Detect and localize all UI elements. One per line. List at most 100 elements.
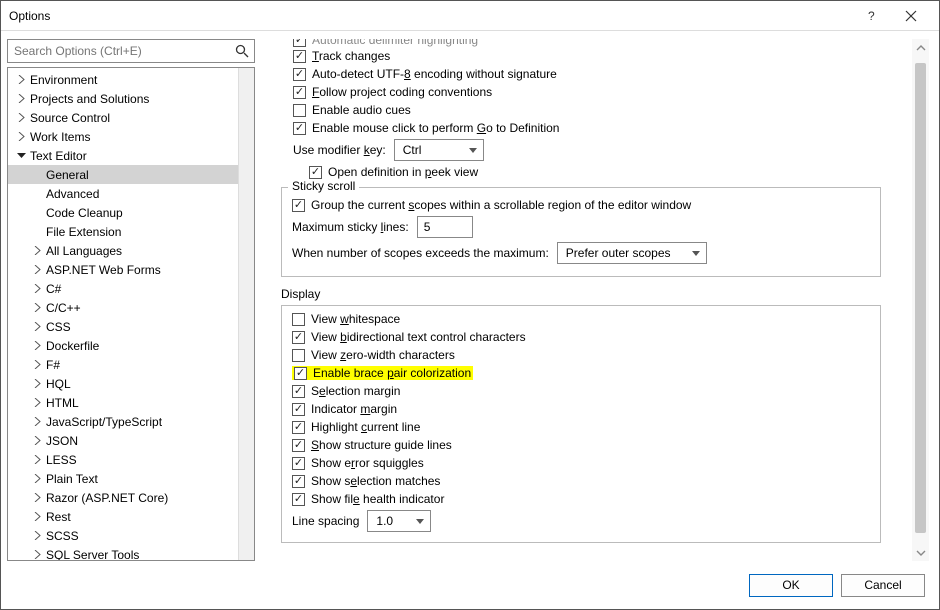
chevron-right-icon[interactable] — [30, 548, 44, 561]
close-button[interactable] — [891, 2, 931, 30]
options-dialog: Options ? EnvironmentProjects and Soluti… — [0, 0, 940, 610]
sticky-group-checkbox[interactable] — [292, 199, 305, 212]
tree-item[interactable]: HTML — [8, 393, 254, 412]
tree-item[interactable]: LESS — [8, 450, 254, 469]
sticky-max-input[interactable]: 5 — [417, 216, 473, 238]
chevron-right-icon[interactable] — [30, 510, 44, 524]
option-checkbox[interactable] — [292, 457, 305, 470]
chevron-right-icon[interactable] — [30, 529, 44, 543]
option-checkbox[interactable] — [292, 385, 305, 398]
tree-item[interactable]: Dockerfile — [8, 336, 254, 355]
chevron-right-icon[interactable] — [14, 73, 28, 87]
option-label: Show structure guide lines — [311, 438, 452, 452]
tree-item[interactable]: CSS — [8, 317, 254, 336]
sticky-max-row: Maximum sticky lines: 5 — [292, 214, 870, 240]
chevron-right-icon[interactable] — [14, 111, 28, 125]
chevron-right-icon[interactable] — [14, 92, 28, 106]
tree-item[interactable]: Text Editor — [8, 146, 254, 165]
tree-item[interactable]: C# — [8, 279, 254, 298]
ok-button[interactable]: OK — [749, 574, 833, 597]
chevron-down-icon[interactable] — [14, 149, 28, 163]
tree-scrollbar[interactable] — [238, 68, 254, 560]
chevron-right-icon[interactable] — [14, 130, 28, 144]
option-checkbox[interactable] — [293, 104, 306, 117]
modifier-key-select[interactable]: Ctrl — [394, 139, 484, 161]
tree-item[interactable]: Projects and Solutions — [8, 89, 254, 108]
chevron-right-icon[interactable] — [30, 472, 44, 486]
tree-item[interactable]: SQL Server Tools — [8, 545, 254, 560]
chevron-right-icon[interactable] — [30, 358, 44, 372]
option-checkbox[interactable] — [292, 493, 305, 506]
sticky-group-row: Group the current scopes within a scroll… — [292, 196, 870, 214]
chevron-right-icon[interactable] — [30, 396, 44, 410]
option-label: View bidirectional text control characte… — [311, 330, 526, 344]
tree-item[interactable]: ASP.NET Web Forms — [8, 260, 254, 279]
tree-item-label: File Extension — [46, 225, 121, 239]
tree-item[interactable]: File Extension — [8, 222, 254, 241]
display-option-row: Show file health indicator — [290, 490, 872, 508]
scroll-up-icon[interactable] — [912, 39, 929, 56]
tree-item[interactable]: SCSS — [8, 526, 254, 545]
option-checkbox[interactable] — [292, 313, 305, 326]
option-checkbox[interactable] — [293, 86, 306, 99]
auto-delimiter-checkbox[interactable] — [293, 39, 306, 47]
option-checkbox[interactable] — [292, 475, 305, 488]
tree-item[interactable]: Code Cleanup — [8, 203, 254, 222]
option-checkbox[interactable] — [292, 349, 305, 362]
tree-item[interactable]: Rest — [8, 507, 254, 526]
display-option-row: Show error squiggles — [290, 454, 872, 472]
option-checkbox[interactable] — [292, 421, 305, 434]
tree-item[interactable]: JSON — [8, 431, 254, 450]
tree-item[interactable]: Advanced — [8, 184, 254, 203]
scroll-down-icon[interactable] — [912, 544, 929, 561]
option-checkbox[interactable] — [292, 439, 305, 452]
content-scrollbar[interactable] — [912, 39, 929, 561]
search-input[interactable] — [7, 39, 255, 63]
option-checkbox[interactable] — [292, 331, 305, 344]
display-option-row: View whitespace — [290, 310, 872, 328]
option-checkbox[interactable] — [293, 122, 306, 135]
tree-item-label: Text Editor — [30, 149, 87, 163]
chevron-right-icon[interactable] — [30, 282, 44, 296]
help-button[interactable]: ? — [851, 2, 891, 30]
option-checkbox[interactable] — [294, 367, 307, 380]
sticky-exceed-select[interactable]: Prefer outer scopes — [557, 242, 707, 264]
highlighted-option: Enable brace pair colorization — [292, 366, 473, 380]
scrollbar-thumb[interactable] — [915, 63, 926, 533]
sticky-group-label: Group the current scopes within a scroll… — [311, 198, 691, 212]
chevron-right-icon[interactable] — [30, 339, 44, 353]
tree-item[interactable]: Razor (ASP.NET Core) — [8, 488, 254, 507]
tree-item[interactable]: Plain Text — [8, 469, 254, 488]
option-label: Show error squiggles — [311, 456, 424, 470]
option-label: Highlight current line — [311, 420, 420, 434]
tree-item[interactable]: F# — [8, 355, 254, 374]
tree-item[interactable]: General — [8, 165, 254, 184]
chevron-right-icon[interactable] — [30, 263, 44, 277]
tree-item[interactable]: All Languages — [8, 241, 254, 260]
chevron-right-icon[interactable] — [30, 301, 44, 315]
tree-item[interactable]: Work Items — [8, 127, 254, 146]
chevron-right-icon[interactable] — [30, 244, 44, 258]
option-checkbox[interactable] — [293, 68, 306, 81]
line-spacing-select[interactable]: 1.0 — [367, 510, 431, 532]
tree-item[interactable]: C/C++ — [8, 298, 254, 317]
chevron-right-icon[interactable] — [30, 434, 44, 448]
option-checkbox[interactable] — [293, 50, 306, 63]
option-label: Enable brace pair colorization — [313, 366, 471, 380]
option-label: View whitespace — [311, 312, 400, 326]
chevron-right-icon[interactable] — [30, 453, 44, 467]
tree-item-label: ASP.NET Web Forms — [46, 263, 161, 277]
peek-view-checkbox[interactable] — [309, 166, 322, 179]
tree-item[interactable]: Source Control — [8, 108, 254, 127]
tree-item-label: F# — [46, 358, 60, 372]
tree-item[interactable]: Environment — [8, 70, 254, 89]
option-checkbox[interactable] — [292, 403, 305, 416]
chevron-right-icon[interactable] — [30, 491, 44, 505]
tree-item[interactable]: HQL — [8, 374, 254, 393]
tree-item[interactable]: JavaScript/TypeScript — [8, 412, 254, 431]
cancel-button[interactable]: Cancel — [841, 574, 925, 597]
sidebar: EnvironmentProjects and SolutionsSource … — [7, 39, 255, 561]
chevron-right-icon[interactable] — [30, 320, 44, 334]
chevron-right-icon[interactable] — [30, 415, 44, 429]
chevron-right-icon[interactable] — [30, 377, 44, 391]
